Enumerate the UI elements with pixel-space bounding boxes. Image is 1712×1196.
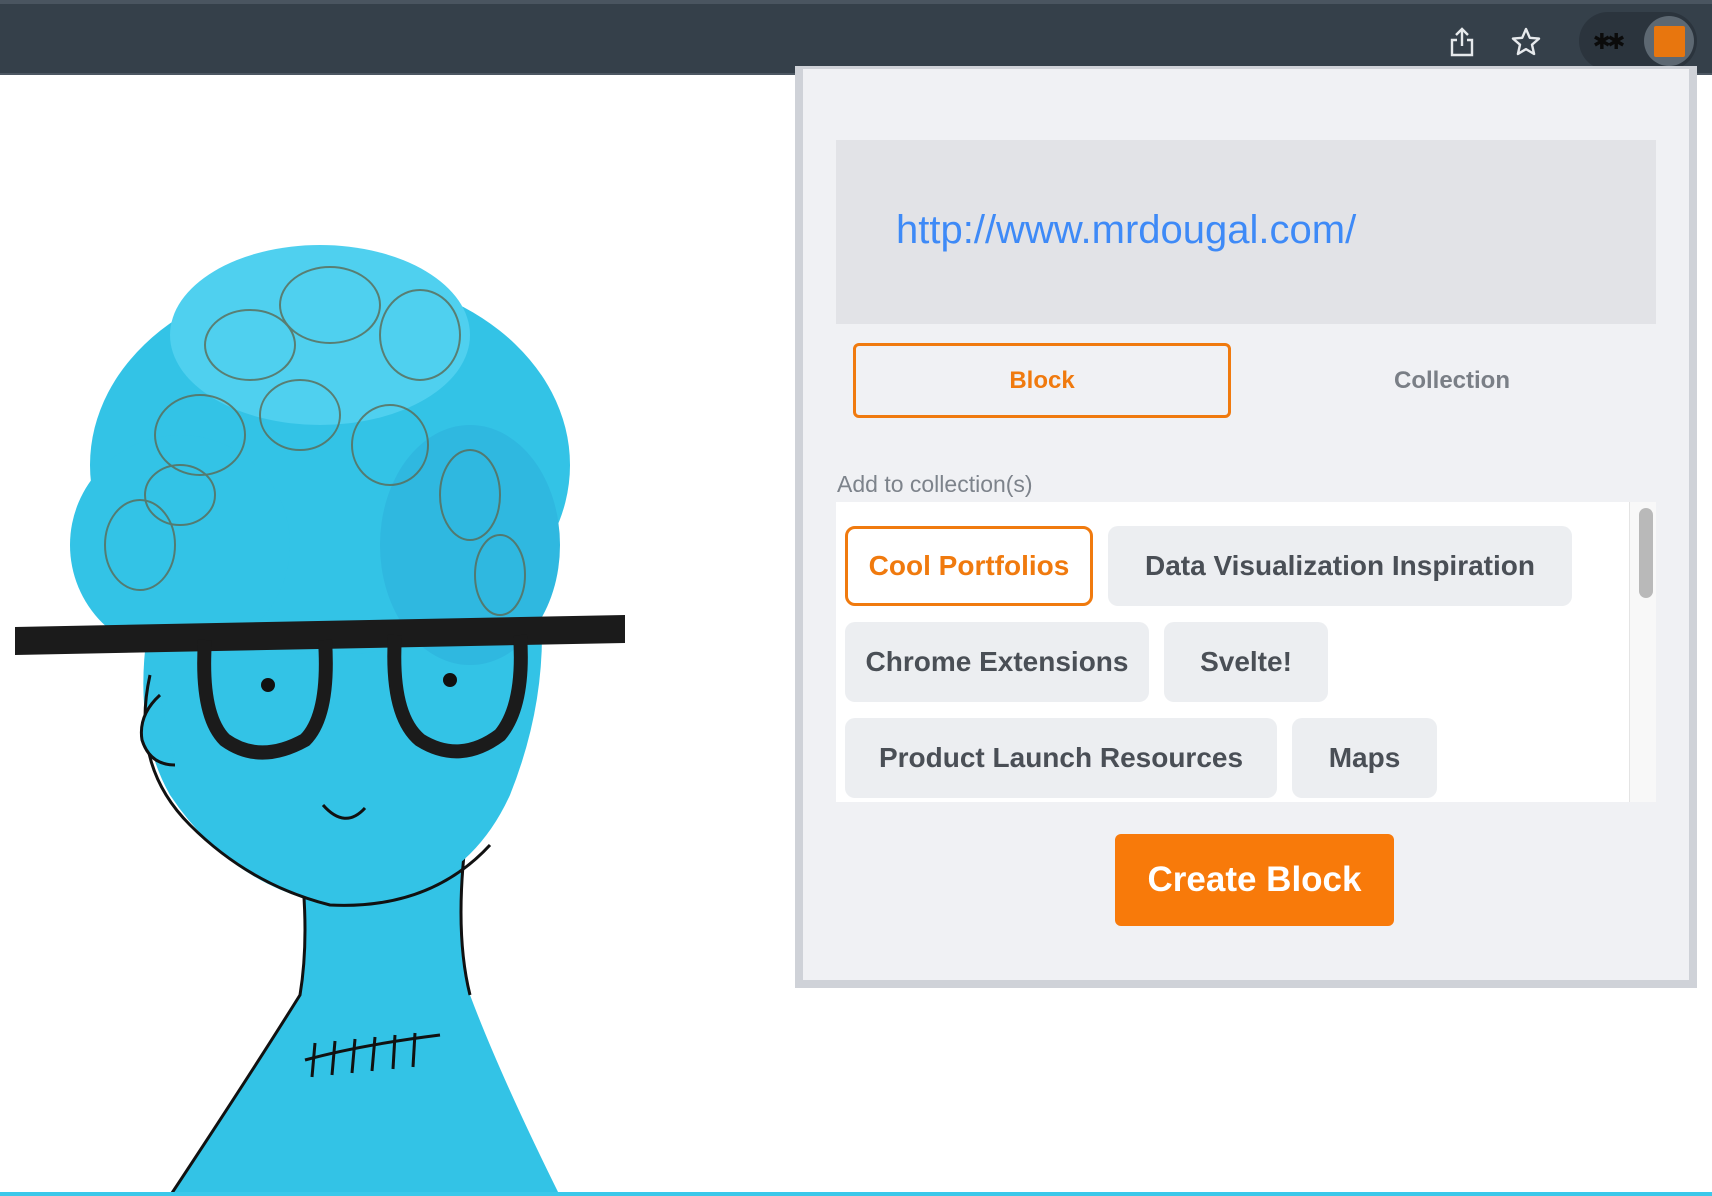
collection-chip[interactable]: Svelte!	[1164, 622, 1328, 702]
add-to-collections-label: Add to collection(s)	[837, 471, 1033, 497]
browser-toolbar: ✱✱	[0, 0, 1712, 75]
collection-chip[interactable]: Cool Portfolios	[845, 526, 1093, 606]
page-url[interactable]: http://www.mrdougal.com/	[896, 208, 1356, 253]
extension-button[interactable]	[1644, 16, 1694, 66]
page-bottom-border	[0, 1192, 1712, 1196]
collection-chip[interactable]: Chrome Extensions	[845, 622, 1149, 702]
collection-chip[interactable]: Maps	[1292, 718, 1437, 798]
character-illustration	[0, 75, 800, 1196]
collections-list[interactable]: Cool Portfolios Data Visualization Inspi…	[836, 502, 1656, 802]
tab-collection[interactable]: Collection	[1263, 343, 1641, 418]
collection-chip[interactable]: Data Visualization Inspiration	[1108, 526, 1572, 606]
collection-chip[interactable]: Product Launch Resources	[845, 718, 1277, 798]
share-icon[interactable]	[1442, 22, 1482, 62]
puzzle-icon[interactable]: ✱✱	[1587, 22, 1627, 62]
star-icon[interactable]	[1506, 22, 1546, 62]
create-block-button[interactable]: Create Block	[1115, 834, 1394, 926]
tab-block[interactable]: Block	[853, 343, 1231, 418]
orange-square-icon	[1653, 25, 1685, 57]
extension-popup: http://www.mrdougal.com/ Block Collectio…	[795, 66, 1697, 988]
url-display: http://www.mrdougal.com/	[836, 140, 1656, 324]
scrollbar-thumb[interactable]	[1639, 508, 1653, 598]
